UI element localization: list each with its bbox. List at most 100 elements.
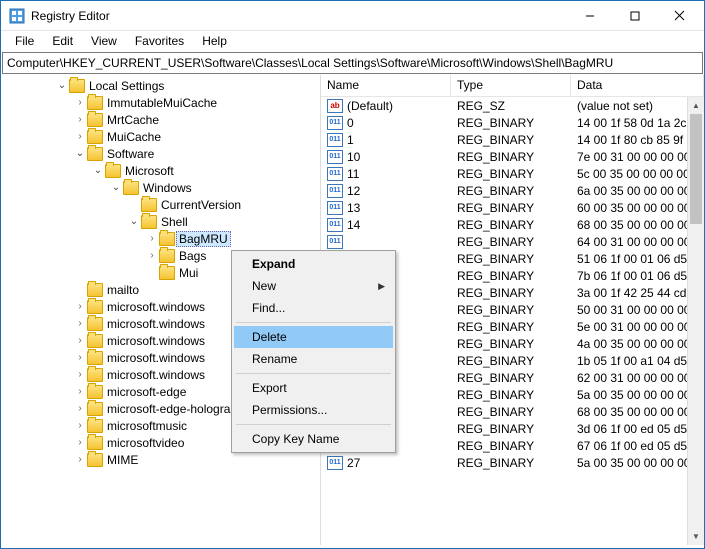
scroll-down-button[interactable]: ▼: [688, 528, 704, 545]
chevron-right-icon[interactable]: ›: [73, 301, 87, 312]
ctx-expand[interactable]: Expand: [234, 253, 393, 275]
tree-item[interactable]: ⌄Shell: [1, 213, 320, 230]
folder-icon: [159, 232, 175, 246]
col-type[interactable]: Type: [451, 75, 571, 96]
value-data: 62 00 31 00 00 00 00: [571, 371, 704, 385]
tree-item[interactable]: ›BagMRU: [1, 230, 320, 247]
chevron-right-icon[interactable]: ›: [73, 114, 87, 125]
ctx-separator: [236, 373, 391, 374]
value-type: REG_BINARY: [451, 320, 571, 334]
value-type: REG_BINARY: [451, 405, 571, 419]
chevron-right-icon[interactable]: ›: [73, 403, 87, 414]
value-row[interactable]: 011REG_BINARY64 00 31 00 00 00 00: [321, 233, 704, 250]
tree-item[interactable]: ⌄Software: [1, 145, 320, 162]
tree-item[interactable]: ⌄Microsoft: [1, 162, 320, 179]
tree-item[interactable]: ⌄Local Settings: [1, 77, 320, 94]
value-type: REG_BINARY: [451, 422, 571, 436]
column-headers[interactable]: Name Type Data: [321, 75, 704, 97]
tree-item[interactable]: › MrtCache: [1, 111, 320, 128]
value-type: REG_BINARY: [451, 303, 571, 317]
value-data: 60 00 35 00 00 00 00: [571, 201, 704, 215]
value-row[interactable]: 01113REG_BINARY60 00 35 00 00 00 00: [321, 199, 704, 216]
chevron-right-icon[interactable]: ›: [73, 420, 87, 431]
vertical-scrollbar[interactable]: ▲ ▼: [687, 97, 704, 545]
value-data: 6a 00 35 00 00 00 00: [571, 184, 704, 198]
string-value-icon: ab: [327, 99, 343, 113]
binary-value-icon: 011: [327, 456, 343, 470]
value-row[interactable]: 01114REG_BINARY68 00 35 00 00 00 00: [321, 216, 704, 233]
chevron-right-icon[interactable]: ›: [73, 352, 87, 363]
value-row[interactable]: 01112REG_BINARY6a 00 35 00 00 00 00: [321, 182, 704, 199]
folder-icon: [87, 147, 103, 161]
value-type: REG_BINARY: [451, 235, 571, 249]
scroll-up-button[interactable]: ▲: [688, 97, 704, 114]
chevron-right-icon[interactable]: ›: [73, 318, 87, 329]
tree-item-label: ImmutableMuiCache: [107, 96, 217, 110]
tree-item-label: Bags: [179, 249, 206, 263]
menu-view[interactable]: View: [83, 32, 125, 50]
folder-icon: [141, 215, 157, 229]
chevron-down-icon[interactable]: ⌄: [55, 80, 69, 91]
chevron-down-icon[interactable]: ⌄: [109, 182, 123, 193]
value-data: 4a 00 35 00 00 00 00: [571, 337, 704, 351]
tree-item-label: MrtCache: [107, 113, 159, 127]
ctx-copy-key-name[interactable]: Copy Key Name: [234, 428, 393, 450]
value-data: 50 00 31 00 00 00 00: [571, 303, 704, 317]
value-name: 13: [347, 201, 451, 215]
value-type: REG_SZ: [451, 99, 571, 113]
chevron-down-icon[interactable]: ⌄: [73, 148, 87, 159]
menu-file[interactable]: File: [7, 32, 42, 50]
submenu-arrow-icon: ▶: [378, 281, 385, 292]
scroll-thumb[interactable]: [690, 114, 702, 224]
chevron-right-icon[interactable]: ›: [145, 233, 159, 244]
menu-favorites[interactable]: Favorites: [127, 32, 192, 50]
value-type: REG_BINARY: [451, 388, 571, 402]
col-name[interactable]: Name: [321, 75, 451, 96]
value-row[interactable]: 01110REG_BINARY7e 00 31 00 00 00 00: [321, 148, 704, 165]
minimize-button[interactable]: [567, 2, 612, 30]
col-data[interactable]: Data: [571, 75, 704, 96]
address-bar[interactable]: Computer\HKEY_CURRENT_USER\Software\Clas…: [2, 52, 703, 74]
value-row[interactable]: 01127REG_BINARY5a 00 35 00 00 00 00: [321, 454, 704, 471]
value-data: 64 00 31 00 00 00 00: [571, 235, 704, 249]
value-type: REG_BINARY: [451, 354, 571, 368]
value-row[interactable]: ab(Default)REG_SZ(value not set): [321, 97, 704, 114]
context-menu: Expand New▶ Find... Delete Rename Export…: [231, 250, 396, 453]
tree-item[interactable]: ⌄Windows: [1, 179, 320, 196]
ctx-rename[interactable]: Rename: [234, 348, 393, 370]
close-button[interactable]: [657, 2, 702, 30]
chevron-right-icon[interactable]: ›: [73, 131, 87, 142]
chevron-down-icon[interactable]: ⌄: [91, 165, 105, 176]
chevron-right-icon[interactable]: ›: [73, 437, 87, 448]
tree-item[interactable]: CurrentVersion: [1, 196, 320, 213]
menu-edit[interactable]: Edit: [44, 32, 81, 50]
tree-item[interactable]: › ImmutableMuiCache: [1, 94, 320, 111]
chevron-right-icon[interactable]: ›: [73, 335, 87, 346]
ctx-delete[interactable]: Delete: [234, 326, 393, 348]
value-name: 1: [347, 133, 451, 147]
tree-item[interactable]: ›MIME: [1, 451, 320, 468]
chevron-down-icon[interactable]: ⌄: [127, 216, 141, 227]
menu-help[interactable]: Help: [194, 32, 235, 50]
folder-icon: [159, 266, 175, 280]
value-type: REG_BINARY: [451, 133, 571, 147]
tree-item[interactable]: ›MuiCache: [1, 128, 320, 145]
chevron-right-icon[interactable]: ›: [73, 386, 87, 397]
maximize-button[interactable]: [612, 2, 657, 30]
chevron-right-icon[interactable]: ›: [73, 97, 87, 108]
value-row[interactable]: 0111REG_BINARY14 00 1f 80 cb 85 9f 6: [321, 131, 704, 148]
folder-icon: [87, 385, 103, 399]
app-icon: [9, 8, 25, 24]
ctx-permissions[interactable]: Permissions...: [234, 399, 393, 421]
chevron-right-icon[interactable]: ›: [145, 250, 159, 261]
chevron-right-icon[interactable]: ›: [73, 369, 87, 380]
ctx-find[interactable]: Find...: [234, 297, 393, 319]
tree-item-label: Mui: [179, 266, 198, 280]
value-row[interactable]: 0110REG_BINARY14 00 1f 58 0d 1a 2c: [321, 114, 704, 131]
value-row[interactable]: 01111REG_BINARY5c 00 35 00 00 00 00: [321, 165, 704, 182]
chevron-right-icon[interactable]: ›: [73, 454, 87, 465]
value-name: 14: [347, 218, 451, 232]
ctx-new[interactable]: New▶: [234, 275, 393, 297]
ctx-export[interactable]: Export: [234, 377, 393, 399]
tree-item-label: CurrentVersion: [161, 198, 241, 212]
